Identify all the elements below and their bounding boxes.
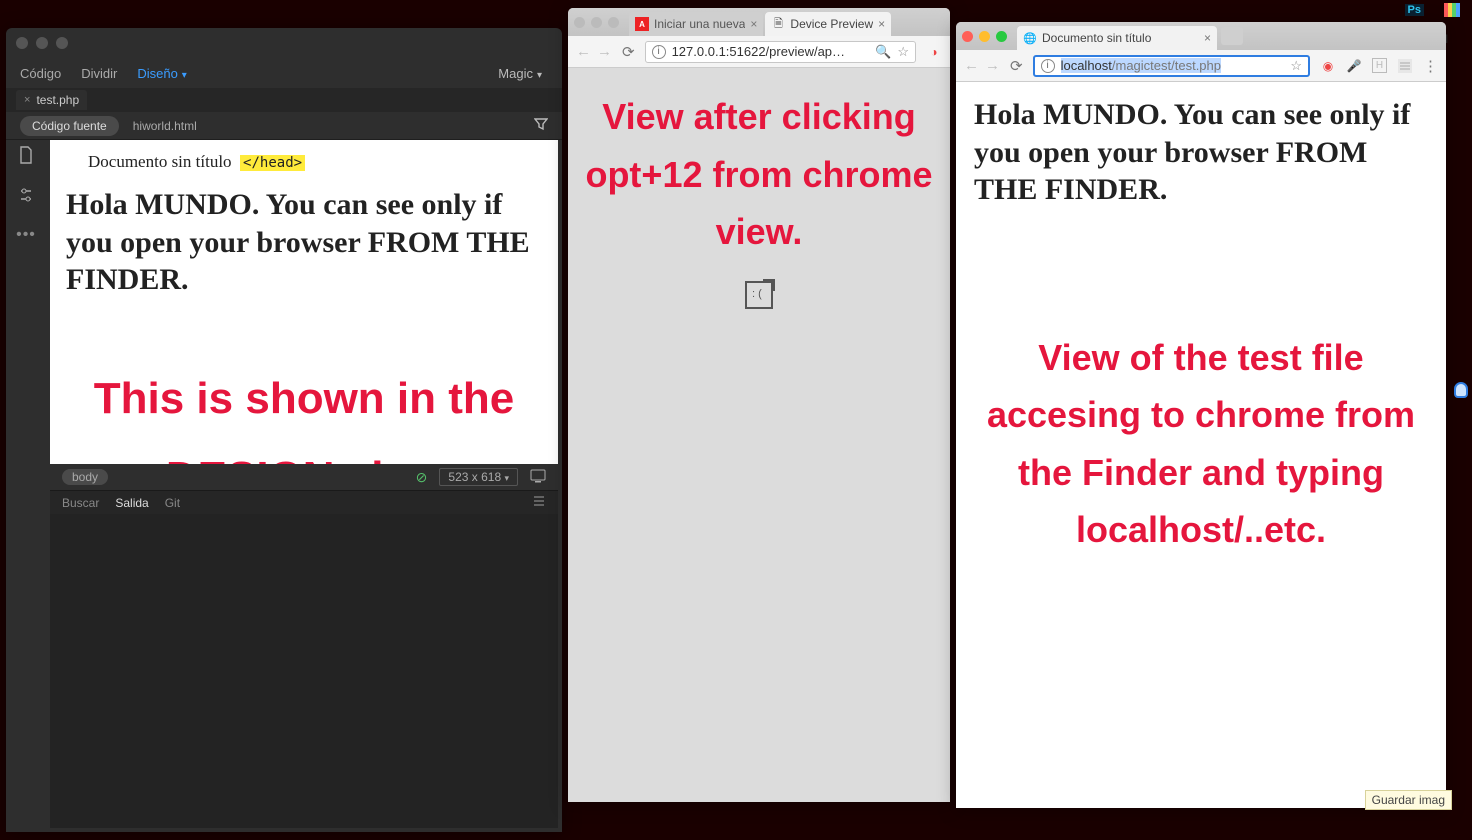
tab-label: Documento sin título: [1042, 31, 1199, 45]
design-canvas[interactable]: Documento sin título </head> Hola MUNDO.…: [50, 140, 558, 464]
close-icon[interactable]: ×: [750, 17, 757, 31]
more-icon[interactable]: •••: [16, 226, 36, 244]
bookmark-icon[interactable]: ☆: [897, 44, 909, 60]
collapse-icon[interactable]: [532, 495, 546, 510]
system-menubar: Ps: [1393, 0, 1472, 20]
back-icon[interactable]: ←: [576, 43, 591, 60]
tag-selector[interactable]: body: [62, 469, 108, 485]
dreamweaver-window: Código Dividir Diseño Magic × test.php C…: [6, 28, 562, 832]
file-icon[interactable]: [18, 146, 34, 169]
tab-document[interactable]: 🌐 Documento sin título ×: [1017, 26, 1217, 50]
mode-code[interactable]: Código: [20, 66, 61, 81]
broken-page-icon: : (: [745, 281, 773, 309]
footer-git[interactable]: Git: [165, 496, 180, 510]
back-icon[interactable]: ←: [964, 57, 979, 74]
save-image-tooltip[interactable]: Guardar imag: [1365, 790, 1452, 810]
left-rail: •••: [6, 140, 46, 832]
filter-icon[interactable]: [534, 117, 548, 134]
adjust-icon[interactable]: [18, 187, 34, 208]
minimize-dot[interactable]: [591, 17, 602, 28]
mode-design[interactable]: Diseño: [137, 66, 187, 81]
file-tab[interactable]: × test.php: [16, 90, 87, 110]
mode-split[interactable]: Dividir: [81, 66, 117, 81]
chrome-window-preview: A Iniciar una nueva × 🗎 Device Preview ×…: [568, 8, 950, 802]
reload-icon[interactable]: ⟳: [1010, 57, 1023, 75]
site-info-icon[interactable]: i: [1041, 59, 1055, 73]
page-heading: Hola MUNDO. You can see only if you open…: [66, 186, 542, 299]
magic-menu[interactable]: Magic: [498, 66, 542, 81]
adobe-icon: A: [635, 17, 649, 31]
close-dot[interactable]: [16, 37, 28, 49]
forward-icon[interactable]: →: [985, 57, 1000, 74]
globe-icon: 🌐: [1023, 31, 1037, 45]
extension-icon[interactable]: ◑: [926, 44, 942, 60]
url-text: 127.0.0.1:51622/preview/ap…: [672, 44, 870, 59]
page-heading: Hola MUNDO. You can see only if you open…: [974, 96, 1428, 209]
omnibox[interactable]: i localhost/magictest/test.php ☆: [1033, 55, 1310, 77]
page-viewport[interactable]: View after clicking opt+12 from chrome v…: [568, 68, 950, 802]
tab-device-preview[interactable]: 🗎 Device Preview ×: [765, 12, 891, 36]
device-preview-icon[interactable]: [530, 469, 546, 486]
annotation-localhost: View of the test file accesing to chrome…: [956, 209, 1446, 559]
doc-title: Documento sin título: [88, 152, 232, 171]
view-mode-toolbar: Código Dividir Diseño Magic: [6, 58, 562, 88]
annotation-design-view: This is shown in the DESIGN view: [66, 359, 542, 465]
footer-output[interactable]: Salida: [115, 496, 148, 510]
source-bar: Código fuente hiworld.html: [6, 112, 562, 140]
annotation-preview: View after clicking opt+12 from chrome v…: [568, 68, 950, 261]
photoshop-icon[interactable]: Ps: [1405, 4, 1424, 16]
output-console[interactable]: [50, 514, 558, 828]
site-info-icon[interactable]: i: [652, 45, 666, 59]
file-tab-bar: × test.php: [6, 88, 562, 112]
close-icon[interactable]: ×: [878, 17, 885, 31]
status-bar: body ⊘ 523 x 618 ▾: [50, 464, 558, 490]
new-tab-button[interactable]: [1221, 27, 1243, 45]
googlevoice-icon[interactable]: 🎤: [1346, 58, 1362, 74]
url-text: localhost/magictest/test.php: [1061, 58, 1285, 73]
file-tab-label: test.php: [36, 93, 79, 107]
tab-label: Device Preview: [790, 17, 873, 31]
tab-adobe[interactable]: A Iniciar una nueva ×: [629, 12, 763, 36]
mic-bubble-icon[interactable]: [1454, 382, 1468, 398]
zoom-dot[interactable]: [996, 31, 1007, 42]
address-bar: ← → ⟳ i 127.0.0.1:51622/preview/ap… 🔍 ☆ …: [568, 36, 950, 68]
zoom-dot[interactable]: [608, 17, 619, 28]
canvas-size[interactable]: 523 x 618 ▾: [439, 468, 518, 486]
forward-icon[interactable]: →: [597, 43, 612, 60]
tab-strip: 🌐 Documento sin título ×: [956, 22, 1446, 50]
footer-search[interactable]: Buscar: [62, 496, 99, 510]
close-dot[interactable]: [962, 31, 973, 42]
minimize-dot[interactable]: [36, 37, 48, 49]
tab-strip: A Iniciar una nueva × 🗎 Device Preview ×: [568, 8, 950, 36]
menu-icon[interactable]: ⋮: [1423, 57, 1438, 75]
footer-bar: Buscar Salida Git: [50, 490, 558, 514]
bars-icon[interactable]: [1444, 3, 1460, 17]
bookmark-icon[interactable]: ☆: [1290, 58, 1302, 74]
source-code-pill[interactable]: Código fuente: [20, 116, 119, 136]
minimize-dot[interactable]: [979, 31, 990, 42]
close-dot[interactable]: [574, 17, 585, 28]
tab-label: Iniciar una nueva: [654, 17, 745, 31]
ext-stripe-icon[interactable]: [1397, 58, 1413, 74]
validate-ok-icon[interactable]: ⊘: [416, 469, 428, 486]
close-icon[interactable]: ×: [1204, 31, 1211, 45]
address-bar: ← → ⟳ i localhost/magictest/test.php ☆ ◉…: [956, 50, 1446, 82]
page-icon: 🗎: [771, 17, 785, 31]
reload-icon[interactable]: ⟳: [622, 43, 635, 61]
ext-red-icon[interactable]: ◉: [1320, 58, 1336, 74]
chrome-window-localhost: 🌐 Documento sin título × ← → ⟳ i localho…: [956, 22, 1446, 808]
page-viewport[interactable]: Hola MUNDO. You can see only if you open…: [956, 82, 1446, 808]
search-icon[interactable]: 🔍: [875, 44, 891, 60]
omnibox[interactable]: i 127.0.0.1:51622/preview/ap… 🔍 ☆: [645, 41, 916, 63]
doc-title-line: Documento sin título </head>: [88, 152, 542, 172]
related-file[interactable]: hiworld.html: [133, 119, 197, 133]
close-icon[interactable]: ×: [24, 94, 30, 106]
head-close-tag: </head>: [240, 155, 305, 171]
window-titlebar[interactable]: [6, 28, 562, 58]
ext-h-icon[interactable]: H: [1372, 58, 1387, 73]
zoom-dot[interactable]: [56, 37, 68, 49]
